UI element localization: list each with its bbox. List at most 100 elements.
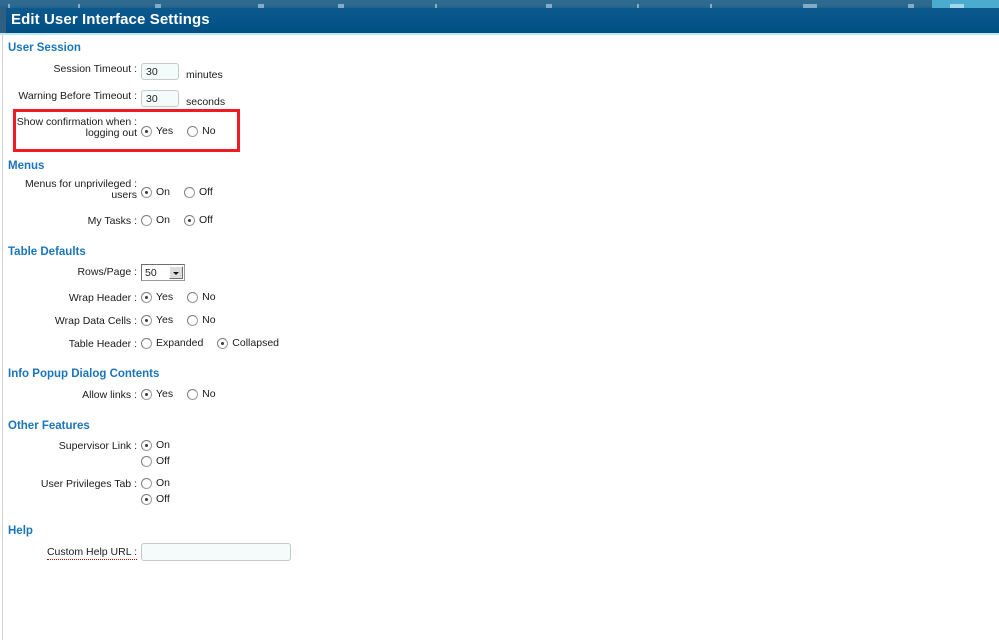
- radio-menus-unprivileged-off[interactable]: Off: [184, 186, 213, 198]
- radio-button-icon: [141, 314, 152, 326]
- radio-show-confirmation-no[interactable]: No: [187, 125, 216, 137]
- radio-menus-unprivileged-on[interactable]: On: [141, 186, 170, 198]
- radio-wrap-header-yes[interactable]: Yes: [141, 291, 173, 303]
- controls-allow-links: Yes No: [141, 388, 216, 400]
- radio-allow-links-yes[interactable]: Yes: [141, 388, 173, 400]
- field-row-allow-links: Allow links : Yes No: [0, 388, 420, 407]
- label-wrap-data-cells: Wrap Data Cells :: [54, 315, 137, 327]
- radio-show-confirmation-yes[interactable]: Yes: [141, 125, 173, 137]
- radio-label: Off: [156, 455, 170, 467]
- label-user-privileges-tab: User Privileges Tab :: [40, 478, 137, 490]
- controls-wrap-data-cells: Yes No: [141, 314, 216, 326]
- radio-my-tasks-on[interactable]: On: [141, 214, 170, 226]
- session-timeout-input[interactable]: [141, 63, 179, 80]
- radio-button-icon: [184, 214, 196, 226]
- radio-button-icon: [184, 186, 196, 198]
- field-row-my-tasks: My Tasks : On Off: [0, 214, 420, 233]
- radio-label: No: [202, 314, 216, 326]
- controls-rows-per-page: 50: [141, 264, 185, 281]
- label-custom-help-url: Custom Help URL :: [0, 546, 137, 560]
- radio-button-icon: [141, 214, 152, 226]
- custom-help-url-input[interactable]: [141, 543, 291, 561]
- controls-wrap-header: Yes No: [141, 291, 216, 303]
- section-title-menus: Menus: [8, 160, 45, 172]
- section-title-help: Help: [8, 525, 33, 537]
- radio-label: Yes: [156, 125, 174, 137]
- radio-label: Yes: [156, 314, 174, 326]
- label-supervisor-link: Supervisor Link :: [58, 440, 137, 452]
- controls-user-privileges-tab: On Off: [141, 477, 170, 509]
- field-row-table-header: Table Header : Expanded Collapsed: [0, 337, 420, 356]
- radio-label: On: [156, 477, 171, 489]
- radio-button-icon: [187, 125, 199, 137]
- radio-my-tasks-off[interactable]: Off: [184, 214, 213, 226]
- radio-label: Off: [199, 214, 213, 226]
- controls-table-header: Expanded Collapsed: [141, 337, 279, 349]
- label-show-confirmation-logout: Show confirmation when : logging out: [0, 117, 137, 139]
- field-row-show-confirmation-logout: Show confirmation when : logging out Yes…: [0, 117, 420, 139]
- radio-button-icon: [141, 125, 152, 137]
- page-header-bar: Edit User Interface Settings: [0, 8, 999, 33]
- rows-per-page-select[interactable]: 50: [141, 264, 185, 281]
- radio-label: No: [202, 388, 216, 400]
- radio-label: Off: [199, 186, 213, 198]
- radio-label: Yes: [156, 388, 174, 400]
- radio-wrap-data-cells-yes[interactable]: Yes: [141, 314, 173, 326]
- controls-session-timeout: minutes: [141, 63, 223, 81]
- radio-supervisor-link-on[interactable]: On: [141, 439, 170, 451]
- label-menus-unprivileged: Menus for unprivileged : users: [0, 179, 137, 201]
- radio-button-icon: [187, 291, 199, 303]
- select-value: 50: [145, 267, 157, 279]
- radio-user-privileges-tab-off[interactable]: Off: [141, 493, 170, 505]
- radio-allow-links-no[interactable]: No: [187, 388, 216, 400]
- section-title-info-popup: Info Popup Dialog Contents: [8, 368, 160, 380]
- section-title-table-defaults: Table Defaults: [8, 246, 86, 258]
- radio-label: Yes: [156, 291, 174, 303]
- controls-supervisor-link: On Off: [141, 439, 170, 471]
- field-row-wrap-header: Wrap Header : Yes No: [0, 291, 420, 310]
- radio-button-icon: [141, 291, 152, 303]
- controls-custom-help-url: [141, 543, 291, 561]
- settings-form-panel: User Session Session Timeout : minutes W…: [0, 35, 999, 640]
- radio-supervisor-link-off[interactable]: Off: [141, 455, 170, 467]
- radio-button-icon: [141, 477, 152, 489]
- radio-button-icon: [187, 314, 199, 326]
- unit-warning-before-timeout: seconds: [186, 95, 226, 108]
- radio-label: Collapsed: [232, 337, 279, 349]
- label-text: Custom Help URL :: [46, 546, 137, 560]
- radio-label: Expanded: [156, 337, 204, 349]
- label-rows-per-page: Rows/Page :: [77, 266, 137, 278]
- label-my-tasks: My Tasks :: [87, 215, 137, 227]
- radio-label: No: [202, 125, 216, 137]
- radio-label: On: [156, 439, 171, 451]
- section-title-other-features: Other Features: [8, 420, 90, 432]
- controls-show-confirmation-logout: Yes No: [141, 125, 216, 137]
- radio-button-icon: [187, 388, 199, 400]
- radio-button-icon: [141, 455, 152, 467]
- radio-button-icon: [141, 388, 152, 400]
- radio-table-header-collapsed[interactable]: Collapsed: [217, 337, 279, 349]
- field-row-warning-before-timeout: Warning Before Timeout : seconds: [0, 90, 420, 108]
- radio-button-icon: [141, 186, 152, 198]
- radio-button-icon: [217, 337, 229, 349]
- field-row-supervisor-link: Supervisor Link : On Off: [0, 439, 420, 467]
- controls-menus-unprivileged: On Off: [141, 186, 213, 198]
- radio-table-header-expanded[interactable]: Expanded: [141, 337, 203, 349]
- label-line-2: logging out: [85, 127, 137, 139]
- field-row-rows-per-page: Rows/Page : 50: [0, 264, 420, 284]
- field-row-session-timeout: Session Timeout : minutes: [0, 63, 420, 81]
- radio-button-icon: [141, 337, 152, 349]
- header-corner-accent: [0, 8, 6, 33]
- label-wrap-header: Wrap Header :: [68, 292, 137, 304]
- radio-wrap-data-cells-no[interactable]: No: [187, 314, 216, 326]
- label-allow-links: Allow links :: [82, 389, 137, 401]
- radio-label: On: [156, 186, 171, 198]
- radio-wrap-header-no[interactable]: No: [187, 291, 216, 303]
- field-row-user-privileges-tab: User Privileges Tab : On Off: [0, 477, 420, 505]
- warning-before-timeout-input[interactable]: [141, 90, 179, 107]
- label-table-header: Table Header :: [68, 338, 137, 350]
- label-warning-before-timeout: Warning Before Timeout :: [18, 90, 137, 102]
- unit-session-timeout: minutes: [186, 68, 223, 81]
- radio-user-privileges-tab-on[interactable]: On: [141, 477, 170, 489]
- chevron-down-icon[interactable]: [169, 266, 183, 279]
